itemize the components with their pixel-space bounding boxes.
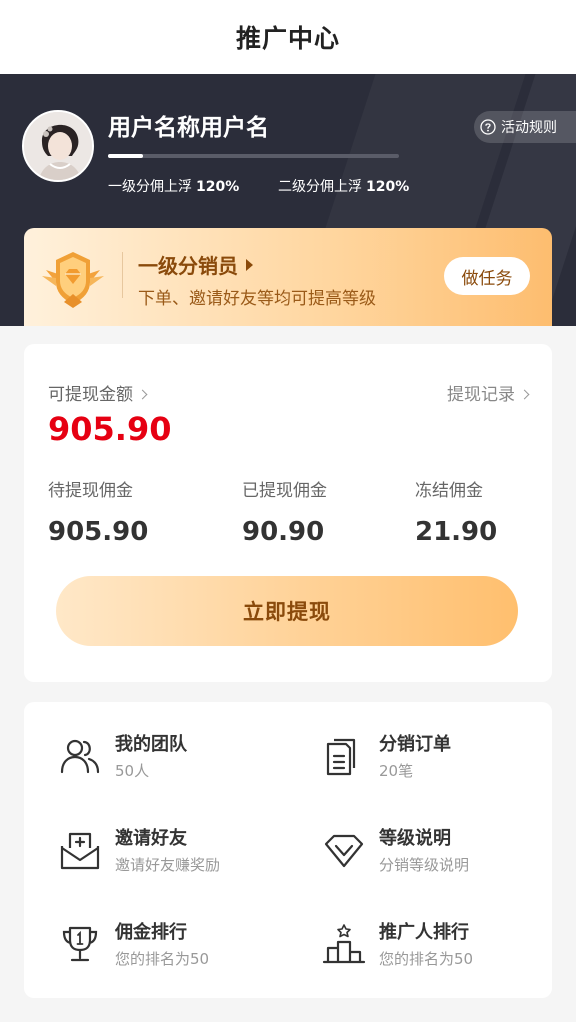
question-circle-icon — [480, 119, 496, 135]
chevron-right-icon — [519, 389, 530, 400]
avatar-image — [24, 112, 92, 180]
stat-label: 待提现佣金 — [48, 481, 133, 501]
do-task-button[interactable]: 做任务 — [444, 257, 530, 295]
level-name[interactable]: 一级分销员 — [138, 250, 253, 279]
available-amount-label: 可提现金额 — [48, 385, 133, 405]
stat-value: 21.90 — [415, 517, 498, 547]
feature-menu: 我的团队 50人 分销订单 20笔 邀请好友 邀请好友赚奖励 等级说明 分销等级… — [24, 702, 552, 998]
avatar[interactable] — [22, 110, 94, 182]
available-amount-link[interactable]: 可提现金额 — [48, 380, 148, 405]
level-description: 下单、邀请好友等均可提高等级 — [138, 289, 376, 309]
level-badge-icon — [42, 252, 104, 308]
level2-rate: 二级分佣上浮 120% — [278, 176, 409, 196]
trophy-icon — [62, 926, 98, 962]
menu-item-commission-rank[interactable]: 佣金排行 您的排名为50 — [58, 918, 298, 978]
menu-item-team[interactable]: 我的团队 50人 — [58, 730, 298, 790]
orders-icon — [326, 738, 356, 776]
divider — [122, 252, 123, 298]
stat-label: 已提现佣金 — [242, 481, 327, 501]
menu-item-title: 邀请好友 — [115, 828, 187, 849]
menu-item-orders[interactable]: 分销订单 20笔 — [322, 730, 562, 790]
menu-item-title: 等级说明 — [379, 828, 451, 849]
menu-item-subtitle: 分销等级说明 — [379, 856, 470, 874]
level1-rate-label: 一级分佣上浮 — [108, 179, 192, 195]
withdraw-now-button[interactable]: 立即提现 — [56, 576, 518, 646]
withdraw-record-label: 提现记录 — [447, 385, 515, 405]
menu-item-promoter-rank[interactable]: 推广人排行 您的排名为50 — [322, 918, 562, 978]
stat-value: 905.90 — [48, 517, 149, 547]
page-title: 推广中心 — [235, 24, 340, 53]
withdraw-record-link[interactable]: 提现记录 — [447, 380, 530, 405]
level2-rate-label: 二级分佣上浮 — [278, 179, 362, 195]
level-name-text: 一级分销员 — [138, 254, 238, 278]
caret-right-icon — [246, 259, 253, 271]
menu-item-subtitle: 您的排名为50 — [379, 950, 474, 968]
stat-label: 冻结佣金 — [415, 481, 483, 501]
withdrawn-commission: 已提现佣金 90.90 — [242, 476, 327, 547]
team-icon — [60, 739, 100, 774]
podium-icon — [322, 924, 366, 964]
menu-item-subtitle: 邀请好友赚奖励 — [115, 856, 221, 874]
wallet-card: 可提现金额 提现记录 905.90 待提现佣金 905.90 已提现佣金 90.… — [24, 344, 552, 682]
level2-rate-value: 120% — [366, 179, 410, 195]
pending-commission: 待提现佣金 905.90 — [48, 476, 148, 547]
diamond-icon — [324, 834, 364, 868]
level-card[interactable]: 一级分销员 下单、邀请好友等均可提高等级 做任务 — [24, 228, 552, 326]
available-amount: 905.90 — [48, 410, 172, 448]
menu-item-title: 我的团队 — [115, 734, 187, 755]
menu-item-subtitle: 您的排名为50 — [115, 950, 210, 968]
level1-rate: 一级分佣上浮 120% — [108, 176, 239, 196]
level1-rate-value: 120% — [196, 179, 240, 195]
activity-rules-label: 活动规则 — [501, 120, 557, 136]
nav-bar: 推广中心 — [0, 0, 576, 74]
level-progress-fill — [108, 154, 143, 158]
menu-item-title: 分销订单 — [379, 734, 451, 755]
menu-item-subtitle: 50人 — [115, 762, 150, 780]
menu-item-title: 推广人排行 — [379, 922, 469, 943]
menu-item-subtitle: 20笔 — [379, 762, 414, 780]
invite-icon — [60, 832, 100, 870]
username: 用户名称用户名 — [108, 115, 269, 141]
chevron-right-icon — [137, 389, 148, 400]
level-progress-bar — [108, 154, 399, 158]
stat-value: 90.90 — [242, 517, 325, 547]
menu-item-level-info[interactable]: 等级说明 分销等级说明 — [322, 824, 562, 884]
menu-item-invite[interactable]: 邀请好友 邀请好友赚奖励 — [58, 824, 298, 884]
menu-item-title: 佣金排行 — [115, 922, 187, 943]
activity-rules-button[interactable]: 活动规则 — [474, 111, 576, 143]
frozen-commission: 冻结佣金 21.90 — [415, 476, 497, 547]
